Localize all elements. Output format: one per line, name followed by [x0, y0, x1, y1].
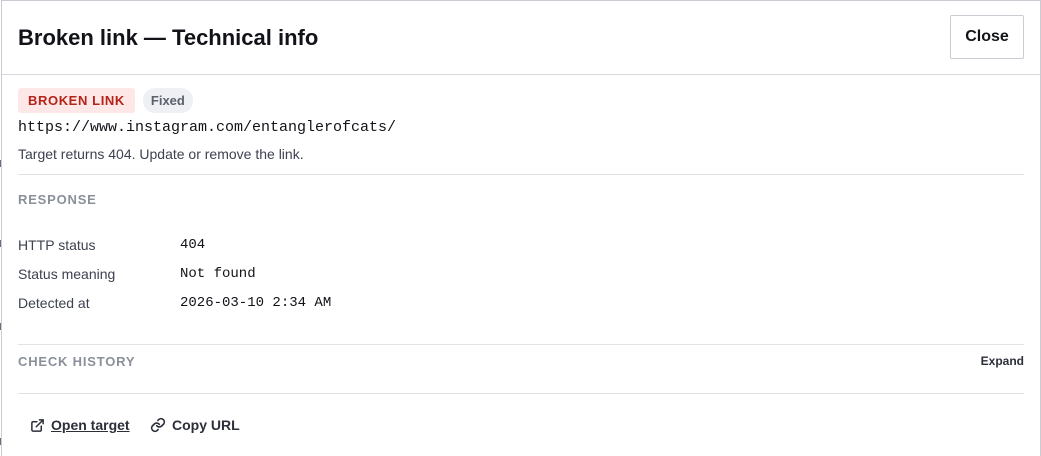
technical-info-dialog: Broken link — Technical info Close BROKE… [1, 0, 1041, 456]
fixed-status-badge: Fixed [142, 88, 193, 113]
row-key: Detected at [18, 295, 90, 311]
status-badges: BROKEN LINK Fixed [18, 88, 193, 113]
divider [18, 393, 1024, 394]
response-row-http-status: HTTP status 404 [18, 237, 718, 257]
copy-url-button[interactable]: Copy URL [150, 415, 240, 435]
response-row-detected-at: Detected at 2026-03-10 2:34 AM [18, 295, 718, 315]
dialog-title: Broken link — Technical info [18, 25, 319, 50]
copy-url-label: Copy URL [172, 417, 240, 433]
status-description: Target returns 404. Update or remove the… [18, 146, 304, 162]
row-key: HTTP status [18, 237, 96, 253]
row-value: 404 [180, 237, 206, 253]
external-link-icon [30, 418, 45, 433]
check-history-section-label: CHECK HISTORY [18, 354, 136, 369]
broken-link-badge: BROKEN LINK [18, 88, 135, 113]
row-value: Not found [180, 266, 256, 282]
row-value: 2026-03-10 2:34 AM [180, 295, 332, 311]
open-target-link[interactable]: Open target [30, 415, 130, 435]
broken-url: https://www.instagram.com/entanglerofcat… [18, 119, 397, 136]
response-section-label: RESPONSE [18, 192, 97, 207]
expand-history-button[interactable]: Expand [981, 354, 1024, 368]
response-row-status-meaning: Status meaning Not found [18, 266, 718, 286]
divider [18, 174, 1024, 175]
link-icon [150, 417, 166, 433]
divider [18, 344, 1024, 345]
open-target-label: Open target [51, 417, 130, 433]
row-key: Status meaning [18, 266, 116, 282]
close-button[interactable]: Close [950, 15, 1024, 59]
dialog-header: Broken link — Technical info Close [2, 1, 1040, 75]
